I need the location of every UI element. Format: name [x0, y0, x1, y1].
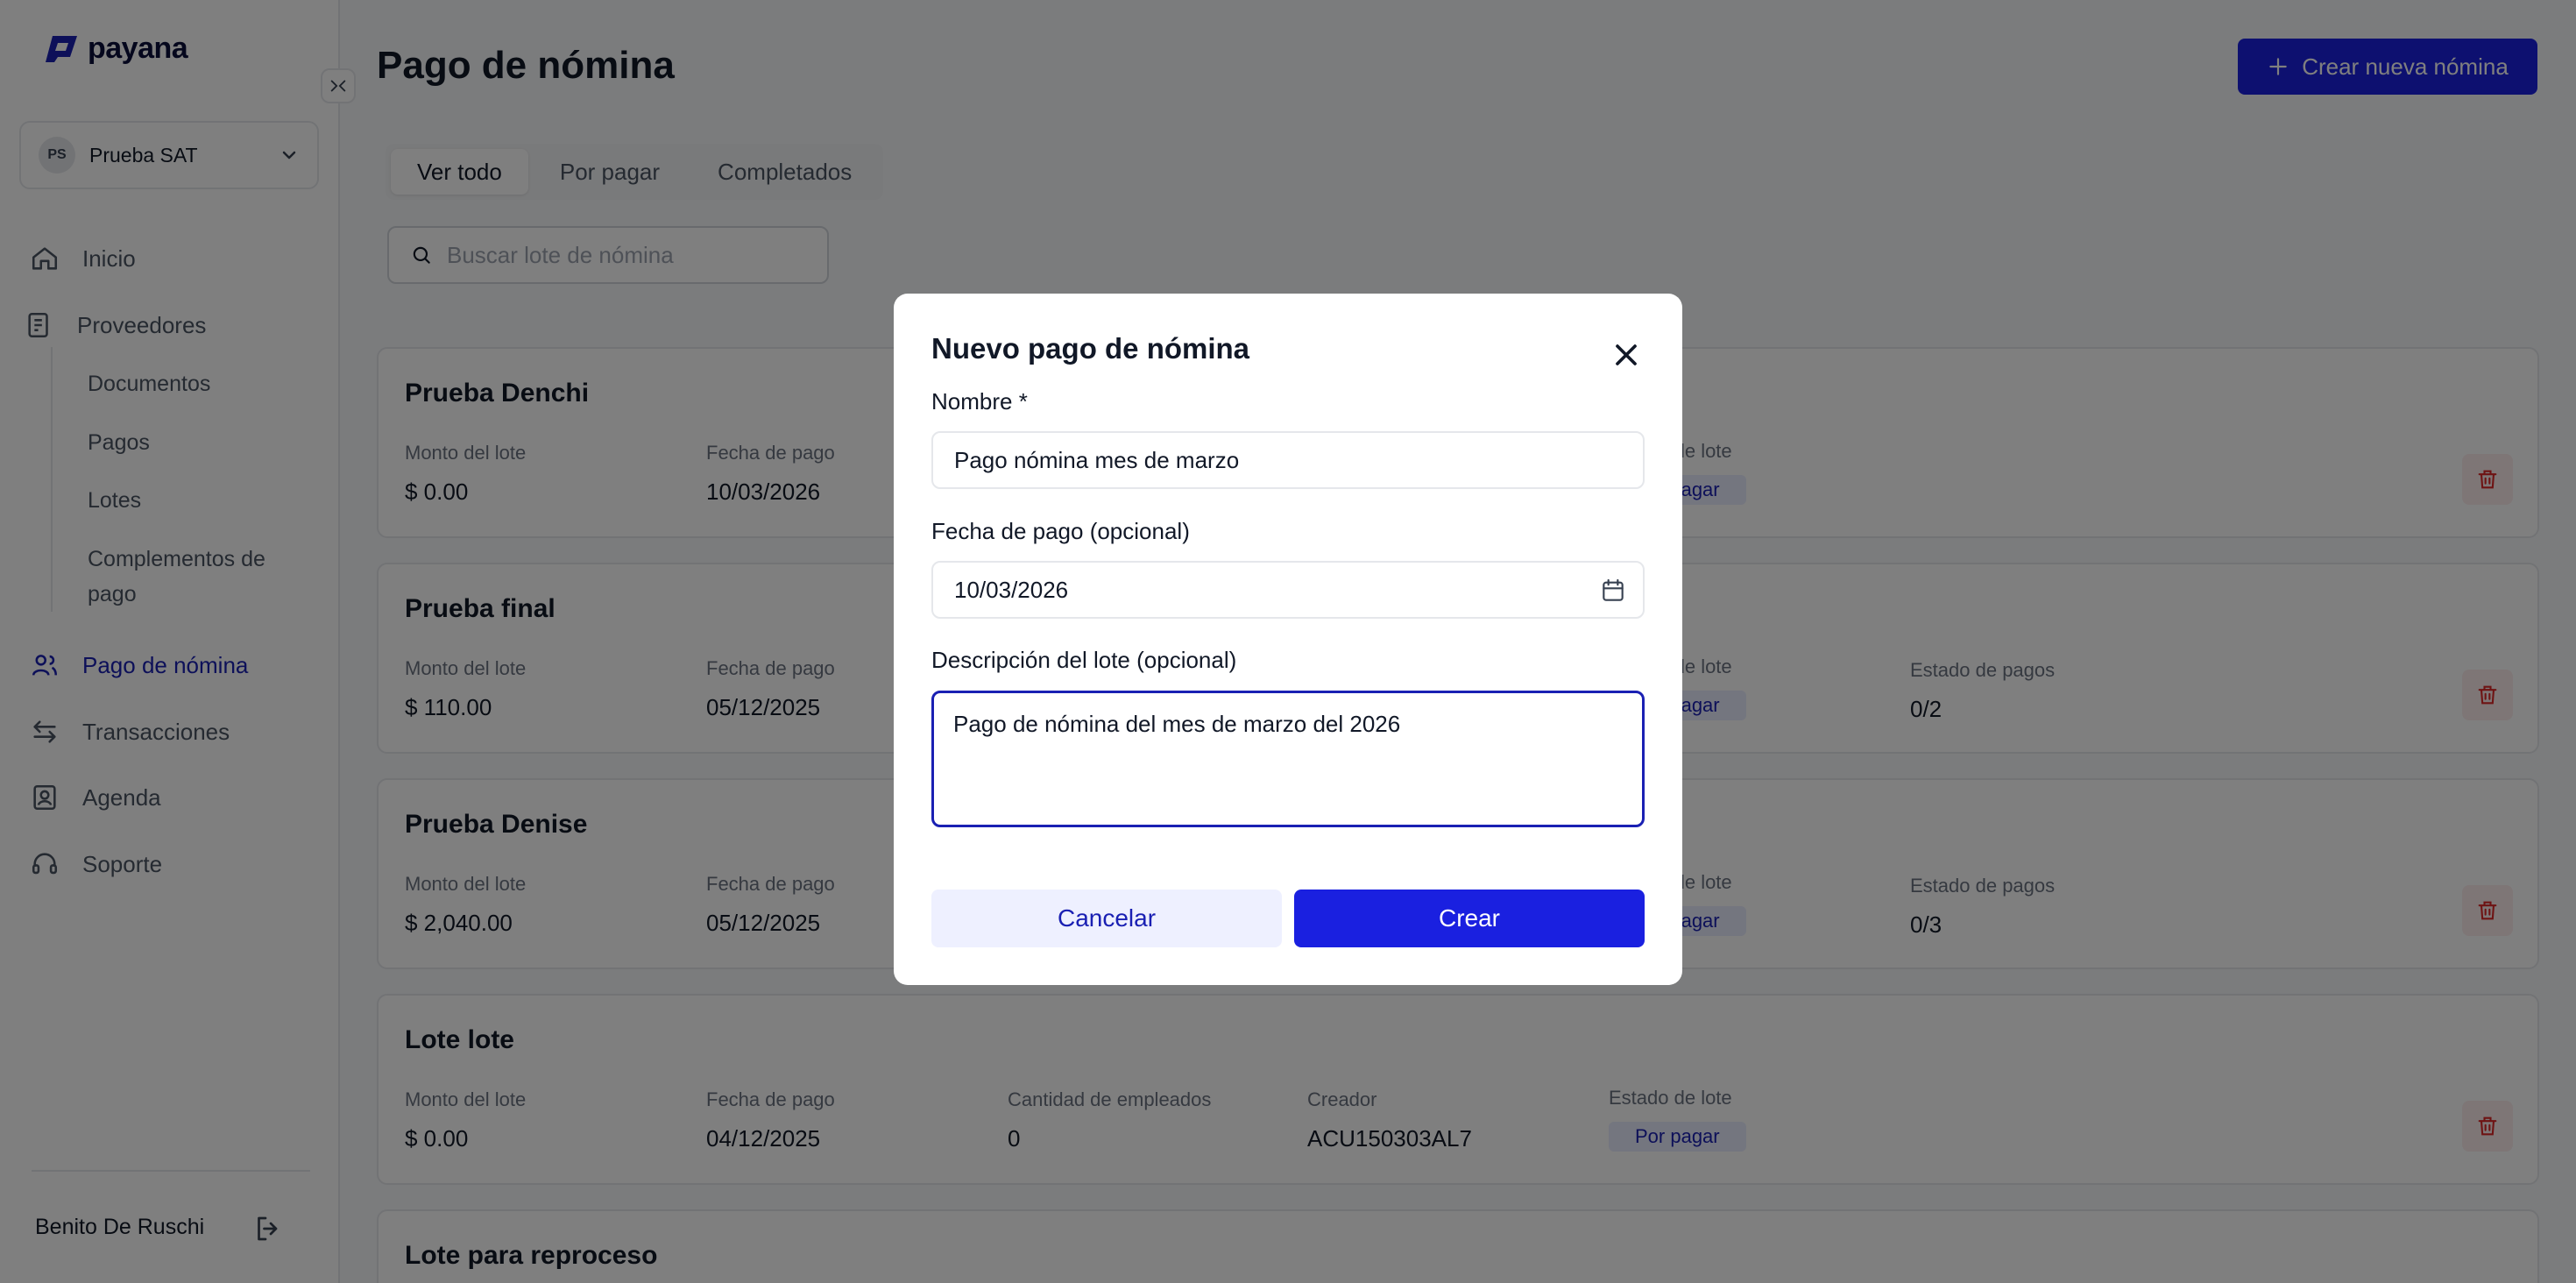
- date-input[interactable]: 10/03/2026: [931, 561, 1645, 619]
- cancel-button[interactable]: Cancelar: [931, 890, 1282, 947]
- modal-title: Nuevo pago de nómina: [931, 332, 1250, 365]
- calendar-icon[interactable]: [1599, 577, 1627, 605]
- date-label: Fecha de pago (opcional): [931, 518, 1190, 544]
- create-button[interactable]: Crear: [1294, 890, 1645, 947]
- name-input-value: Pago nómina mes de marzo: [954, 446, 1240, 473]
- close-icon[interactable]: [1609, 337, 1644, 372]
- new-payroll-modal: Nuevo pago de nómina Nombre * Pago nómin…: [894, 294, 1682, 985]
- name-input[interactable]: Pago nómina mes de marzo: [931, 431, 1645, 489]
- description-textarea[interactable]: Pago de nómina del mes de marzo del 2026: [931, 691, 1645, 827]
- description-label: Descripción del lote (opcional): [931, 647, 1237, 673]
- date-input-value: 10/03/2026: [954, 576, 1069, 603]
- name-label: Nombre *: [931, 388, 1028, 415]
